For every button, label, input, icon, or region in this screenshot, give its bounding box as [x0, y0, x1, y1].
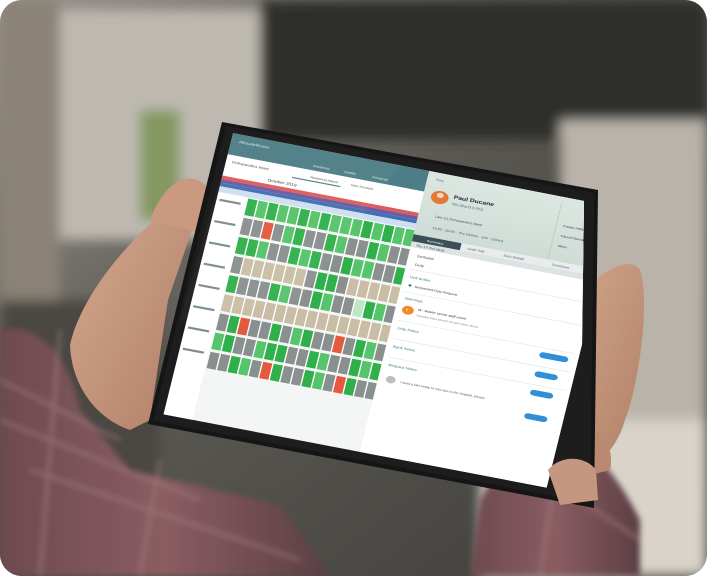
- tablet-photo: AllocateRoster Rostering Update Personal…: [0, 0, 707, 576]
